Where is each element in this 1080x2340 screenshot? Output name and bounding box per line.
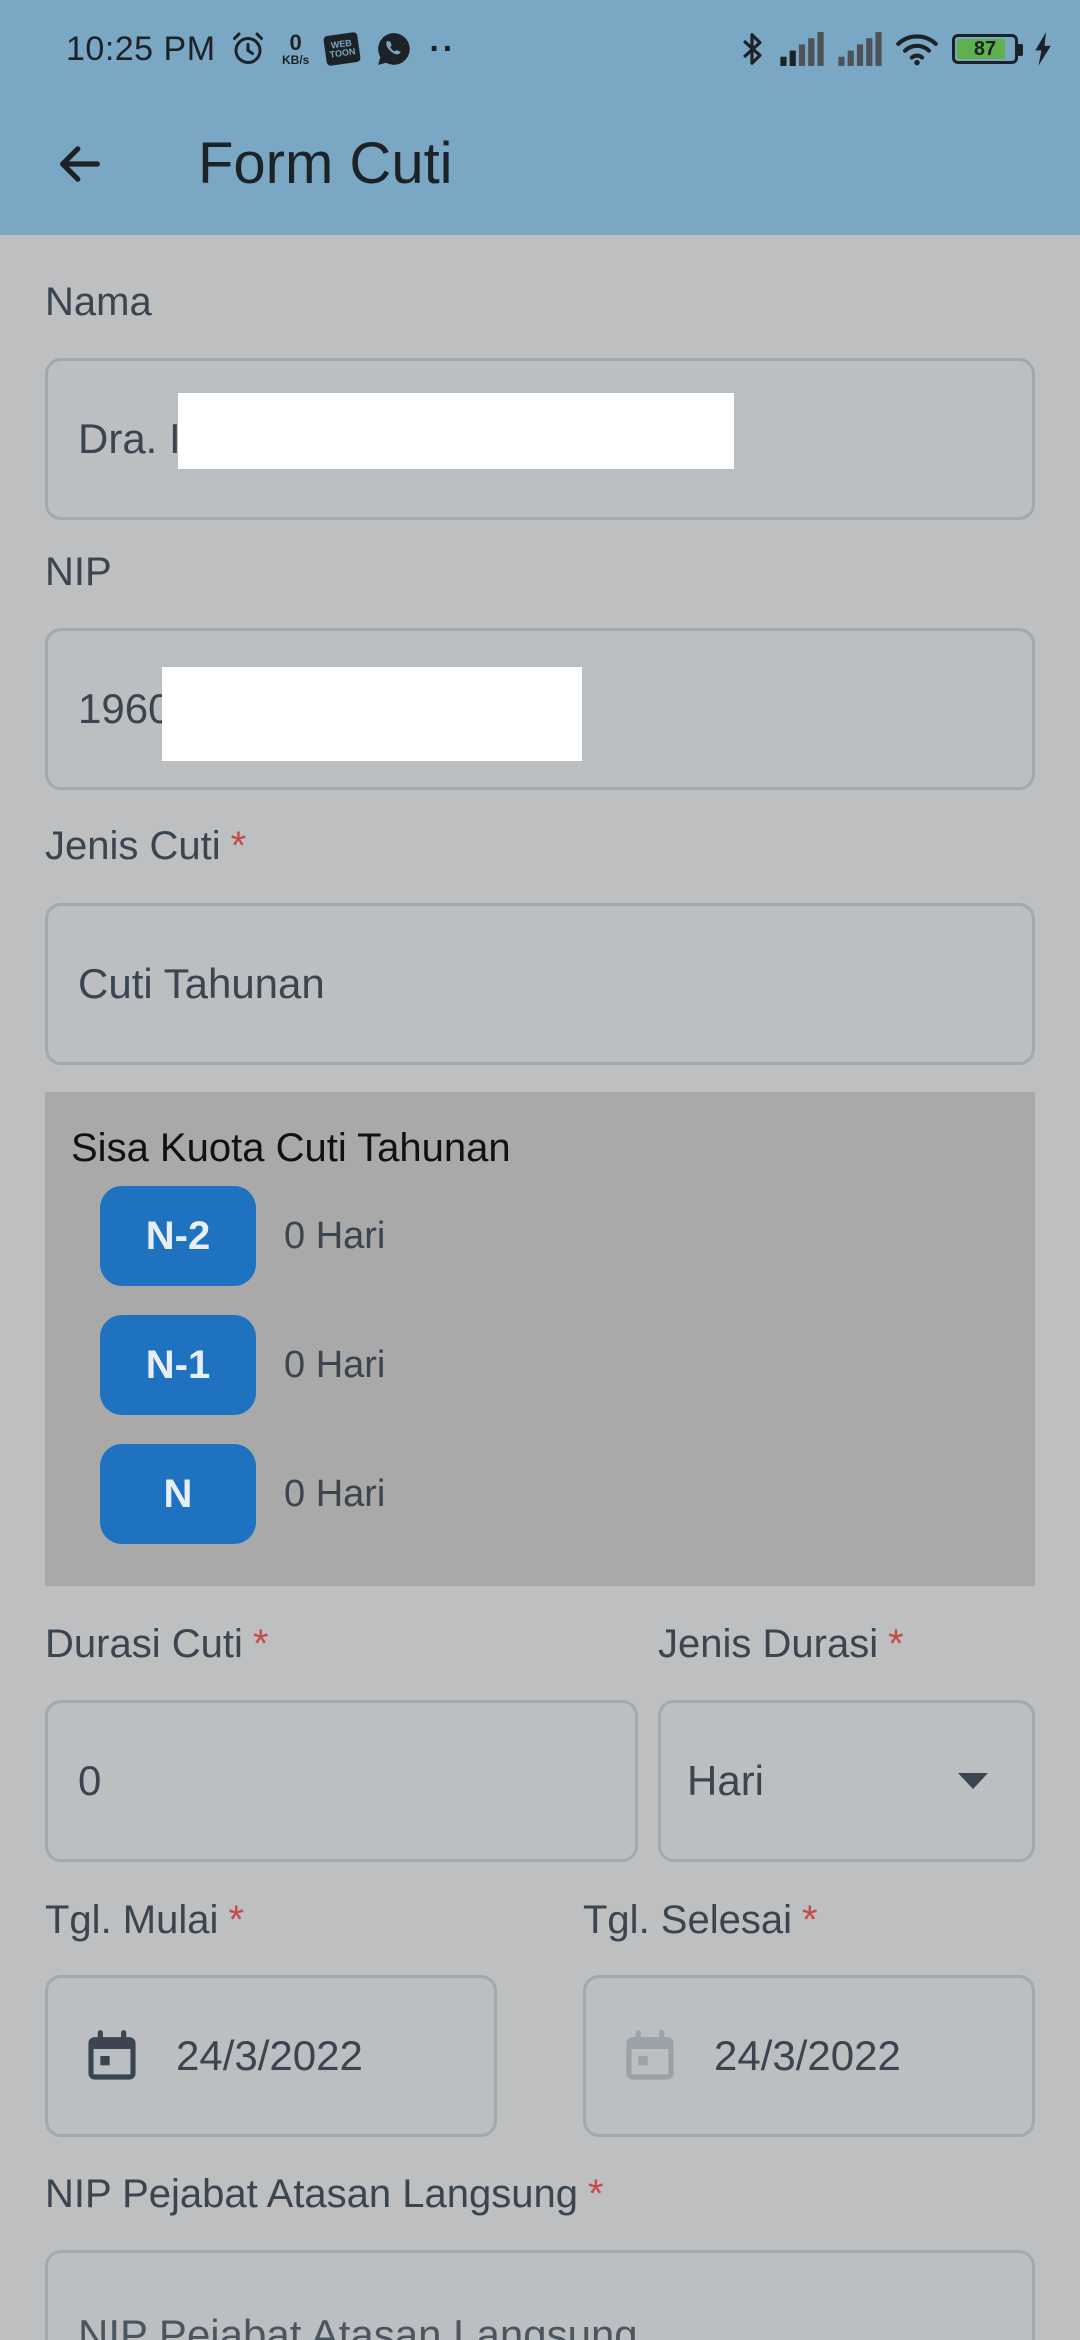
- signal-icon: [780, 32, 824, 66]
- jenis-durasi-value: Hari: [687, 1757, 765, 1804]
- quota-row: N 0 Hari: [100, 1444, 385, 1544]
- nip-atasan-placeholder: NIP Pejabat Atasan Langsung: [78, 2311, 638, 2340]
- durasi-cuti-label: Durasi Cuti *: [45, 1624, 268, 1664]
- durasi-cuti-value: 0: [78, 1757, 102, 1804]
- required-mark: *: [888, 1622, 904, 1666]
- tgl-selesai-picker[interactable]: 24/3/2022: [583, 1975, 1035, 2137]
- tgl-selesai-label-text: Tgl. Selesai: [583, 1898, 792, 1942]
- tgl-mulai-label-text: Tgl. Mulai: [45, 1898, 219, 1942]
- toolbar: Form Cuti: [0, 110, 1080, 235]
- back-button[interactable]: [40, 124, 120, 204]
- net-speed-value: 0: [289, 30, 302, 55]
- quota-badge-n2: N-2: [100, 1186, 256, 1286]
- whatsapp-icon: [378, 33, 411, 65]
- quota-badge-n1: N-1: [100, 1315, 256, 1415]
- nama-field[interactable]: Dra. I: [45, 358, 1035, 520]
- jenis-durasi-label-text: Jenis Durasi: [658, 1622, 879, 1666]
- nip-label: NIP: [45, 550, 112, 594]
- alarm-icon: [233, 32, 263, 64]
- status-time: 10:25 PM: [66, 30, 216, 68]
- quota-value: 0 Hari: [284, 1472, 386, 1515]
- quota-value: 0 Hari: [284, 1214, 386, 1257]
- tgl-selesai-label: Tgl. Selesai *: [583, 1900, 818, 1940]
- nama-value: Dra. I: [78, 415, 181, 462]
- nip-value: 1960: [78, 685, 172, 732]
- app-bar: 10:25 PM 0 KB/s WEB TOON ·· 87 Form Cuti: [0, 0, 1080, 235]
- quota-badge-n: N: [100, 1444, 256, 1544]
- page-title: Form Cuti: [198, 131, 453, 196]
- quota-title: Sisa Kuota Cuti Tahunan: [71, 1126, 511, 1170]
- jenis-cuti-label: Jenis Cuti *: [45, 826, 246, 866]
- net-speed: 0 KB/s: [282, 30, 310, 67]
- nip-atasan-label-text: NIP Pejabat Atasan Langsung: [45, 2172, 579, 2216]
- jenis-durasi-label: Jenis Durasi *: [658, 1624, 904, 1664]
- more-notifications: ··: [429, 29, 456, 68]
- tgl-mulai-label: Tgl. Mulai *: [45, 1900, 244, 1940]
- dropdown-arrow-icon: [958, 1773, 988, 1789]
- nip-atasan-input[interactable]: NIP Pejabat Atasan Langsung: [45, 2250, 1035, 2340]
- durasi-cuti-input[interactable]: 0: [45, 1700, 638, 1862]
- battery-icon: 87: [952, 34, 1023, 64]
- tgl-selesai-value: 24/3/2022: [714, 2032, 901, 2079]
- quota-panel: Sisa Kuota Cuti Tahunan N-2 0 Hari N-1 0…: [45, 1092, 1035, 1586]
- calendar-icon: [88, 2030, 136, 2080]
- jenis-durasi-dropdown[interactable]: Hari: [658, 1700, 1035, 1862]
- jenis-cuti-label-text: Jenis Cuti: [45, 824, 221, 868]
- signal-icon: [838, 32, 882, 66]
- required-mark: *: [228, 1898, 244, 1942]
- net-speed-unit: KB/s: [282, 53, 310, 67]
- status-bar: 10:25 PM 0 KB/s WEB TOON ·· 87: [0, 0, 1080, 100]
- quota-row: N-2 0 Hari: [100, 1186, 385, 1286]
- nip-field[interactable]: 1960: [45, 628, 1035, 790]
- jenis-cuti-value: Cuti Tahunan: [78, 960, 325, 1007]
- wifi-icon: [896, 34, 938, 66]
- tgl-mulai-value: 24/3/2022: [176, 2032, 363, 2079]
- jenis-cuti-select[interactable]: Cuti Tahunan: [45, 903, 1035, 1065]
- webtoon-icon: WEB TOON: [323, 31, 362, 67]
- quota-value: 0 Hari: [284, 1343, 386, 1386]
- durasi-cuti-label-text: Durasi Cuti: [45, 1622, 243, 1666]
- charging-icon: [1035, 32, 1051, 66]
- redacted-block: [162, 667, 582, 761]
- required-mark: *: [588, 2172, 604, 2216]
- bluetooth-icon: [743, 33, 762, 65]
- required-mark: *: [252, 1622, 269, 1666]
- required-mark: *: [801, 1898, 818, 1942]
- nama-label: Nama: [45, 280, 152, 324]
- redacted-block: [178, 393, 734, 469]
- status-icons-right: 87: [738, 24, 1054, 74]
- calendar-icon: [626, 2030, 674, 2080]
- status-icons-left: 0 KB/s WEB TOON ··: [230, 24, 456, 74]
- nip-atasan-label: NIP Pejabat Atasan Langsung *: [45, 2174, 604, 2214]
- battery-level: 87: [973, 37, 997, 60]
- quota-row: N-1 0 Hari: [100, 1315, 385, 1415]
- arrow-back-icon: [60, 146, 100, 182]
- required-mark: *: [230, 824, 247, 868]
- tgl-mulai-picker[interactable]: 24/3/2022: [45, 1975, 497, 2137]
